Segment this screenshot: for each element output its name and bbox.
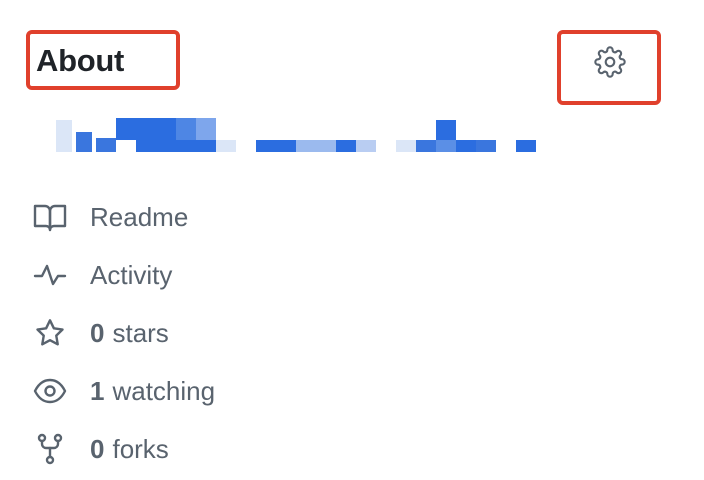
eye-icon xyxy=(32,373,68,409)
activity-label: Activity xyxy=(90,259,173,290)
highlight-box-settings xyxy=(557,30,661,105)
redacted-description xyxy=(56,118,536,152)
stars-count: 0 xyxy=(90,317,105,348)
activity-link[interactable]: Activity xyxy=(32,246,532,304)
fork-icon xyxy=(32,431,68,467)
book-icon xyxy=(32,199,68,235)
readme-label: Readme xyxy=(90,201,189,232)
stars-link[interactable]: 0 stars xyxy=(32,304,532,362)
highlight-box-about xyxy=(26,30,180,90)
repo-meta-list: Readme Activity 0 stars 1 watching 0 for… xyxy=(32,188,532,478)
forks-count: 0 xyxy=(90,433,105,464)
star-icon xyxy=(32,315,68,351)
stars-label: stars xyxy=(112,317,169,348)
watching-link[interactable]: 1 watching xyxy=(32,362,532,420)
watching-label: watching xyxy=(112,375,216,406)
pulse-icon xyxy=(32,257,68,293)
forks-label: forks xyxy=(112,433,169,464)
forks-link[interactable]: 0 forks xyxy=(32,420,532,478)
readme-link[interactable]: Readme xyxy=(32,188,532,246)
watching-count: 1 xyxy=(90,375,105,406)
